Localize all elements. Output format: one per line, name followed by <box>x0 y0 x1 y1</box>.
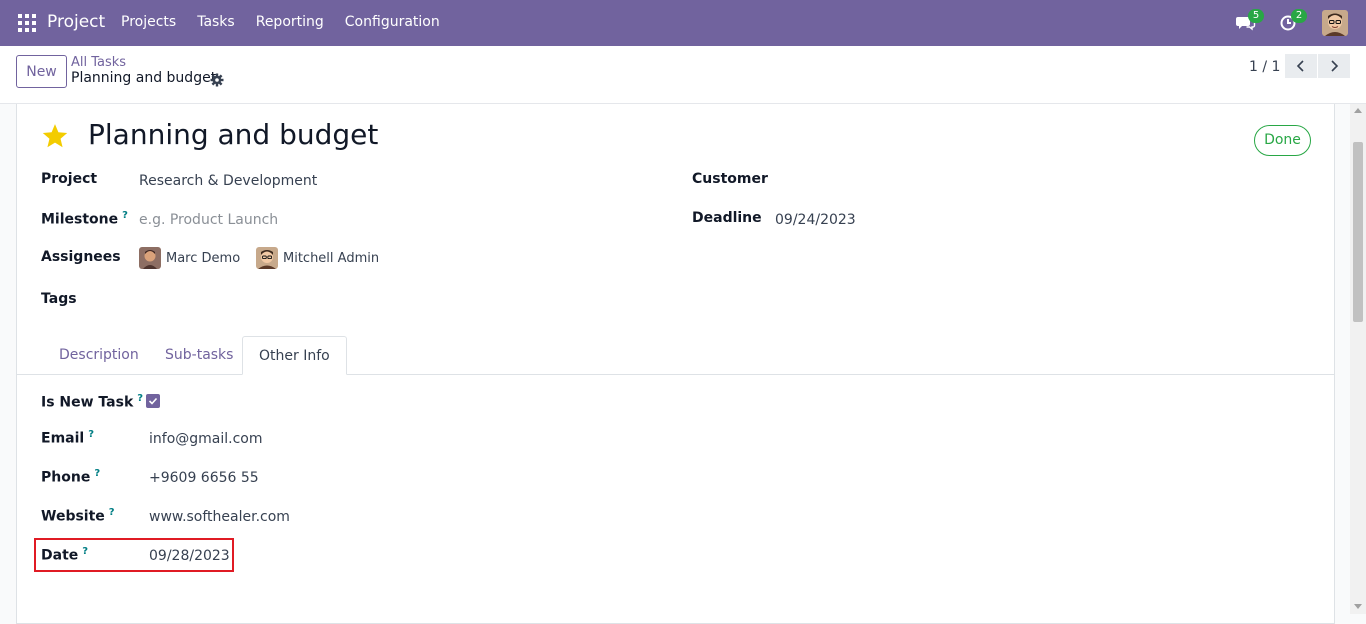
scroll-up-arrow-icon[interactable] <box>1354 108 1362 113</box>
phone-label-text: Phone <box>41 469 91 486</box>
chevron-right-icon <box>1331 60 1339 72</box>
email-label: Email? <box>41 429 94 447</box>
assignee-tag[interactable]: Marc Demo <box>139 247 240 269</box>
email-label-text: Email <box>41 430 85 447</box>
breadcrumb-parent[interactable]: All Tasks <box>71 55 126 70</box>
phone-field[interactable]: +9609 6656 55 <box>149 470 259 486</box>
activities-badge: 2 <box>1291 9 1307 23</box>
website-label: Website? <box>41 507 115 525</box>
deadline-label: Deadline <box>692 210 762 226</box>
top-navbar: Project Projects Tasks Reporting Configu… <box>0 0 1366 46</box>
milestone-label: Milestone? <box>41 210 128 228</box>
help-icon[interactable]: ? <box>94 468 100 479</box>
tags-label: Tags <box>41 291 77 307</box>
new-button[interactable]: New <box>16 55 67 88</box>
is-new-task-label: Is New Task? <box>41 393 143 411</box>
help-icon[interactable]: ? <box>137 393 143 404</box>
menu-item-configuration[interactable]: Configuration <box>345 14 440 30</box>
deadline-field[interactable]: 09/24/2023 <box>775 212 856 228</box>
scrollbar-thumb[interactable] <box>1353 142 1363 322</box>
avatar <box>256 247 278 269</box>
date-highlight-box <box>34 538 234 572</box>
messages-badge: 5 <box>1248 9 1264 23</box>
help-icon[interactable]: ? <box>109 507 115 518</box>
status-done-button[interactable]: Done <box>1254 125 1311 156</box>
help-icon[interactable]: ? <box>88 429 94 440</box>
control-panel: New All Tasks Planning and budget 1 / 1 <box>0 46 1366 104</box>
milestone-label-text: Milestone <box>41 211 119 228</box>
pager-previous-button[interactable] <box>1285 54 1317 78</box>
main-menu: Projects Tasks Reporting Configuration <box>121 14 461 30</box>
breadcrumb-current: Planning and budget <box>71 70 217 86</box>
assignees-label: Assignees <box>41 249 121 265</box>
website-label-text: Website <box>41 508 105 525</box>
website-field[interactable]: www.softhealer.com <box>149 509 290 525</box>
tab-other-info[interactable]: Other Info <box>242 336 347 375</box>
task-title[interactable]: Planning and budget <box>88 118 378 151</box>
assignee-name: Mitchell Admin <box>283 250 380 266</box>
customer-label: Customer <box>692 171 768 187</box>
form-sheet: Planning and budget Done Project Researc… <box>16 104 1335 624</box>
app-brand[interactable]: Project <box>47 12 105 32</box>
tab-description[interactable]: Description <box>43 336 155 375</box>
pager-value[interactable]: 1 / 1 <box>1249 59 1280 75</box>
user-avatar[interactable] <box>1322 10 1348 36</box>
milestone-field[interactable]: e.g. Product Launch <box>139 212 278 228</box>
chevron-left-icon <box>1296 60 1304 72</box>
activities-clock-icon[interactable]: 2 <box>1279 9 1307 33</box>
priority-star-icon[interactable] <box>41 123 69 149</box>
is-new-task-checkbox[interactable] <box>146 394 160 408</box>
menu-item-projects[interactable]: Projects <box>121 14 176 30</box>
pager-next-button[interactable] <box>1318 54 1350 78</box>
assignee-name: Marc Demo <box>166 250 241 266</box>
checkmark-icon <box>148 397 158 405</box>
gear-icon[interactable] <box>210 72 224 87</box>
help-icon[interactable]: ? <box>122 210 128 221</box>
is-new-task-label-text: Is New Task <box>41 394 134 411</box>
apps-menu-icon[interactable] <box>18 14 36 32</box>
project-field[interactable]: Research & Development <box>139 173 317 189</box>
project-label: Project <box>41 171 98 187</box>
avatar <box>139 247 161 269</box>
menu-item-tasks[interactable]: Tasks <box>197 14 235 30</box>
messages-icon[interactable]: 5 <box>1236 9 1264 33</box>
scroll-down-arrow-icon[interactable] <box>1354 604 1362 609</box>
tab-sub-tasks[interactable]: Sub-tasks <box>149 336 249 375</box>
page-scrollbar[interactable] <box>1350 104 1366 614</box>
assignee-tag[interactable]: Mitchell Admin <box>256 247 379 269</box>
email-field[interactable]: info@gmail.com <box>149 431 263 447</box>
phone-label: Phone? <box>41 468 100 486</box>
menu-item-reporting[interactable]: Reporting <box>256 14 324 30</box>
